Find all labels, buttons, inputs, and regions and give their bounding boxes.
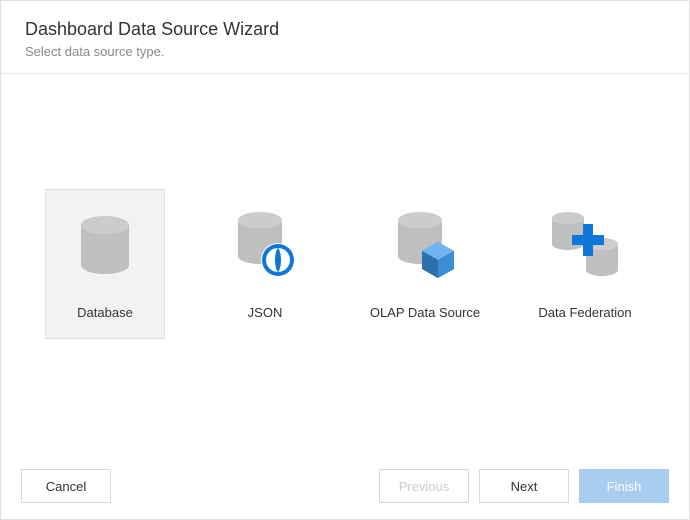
json-icon: [225, 205, 305, 285]
wizard-subtitle: Select data source type.: [25, 44, 665, 59]
option-olap[interactable]: OLAP Data Source: [365, 189, 485, 339]
database-icon: [65, 205, 145, 285]
wizard-footer: Cancel Previous Next Finish: [1, 453, 689, 519]
previous-button: Previous: [379, 469, 469, 503]
option-federation[interactable]: Data Federation: [525, 189, 645, 339]
wizard-dialog: Dashboard Data Source Wizard Select data…: [0, 0, 690, 520]
wizard-title: Dashboard Data Source Wizard: [25, 19, 665, 40]
option-label: Database: [77, 305, 133, 320]
federation-icon: [545, 205, 625, 285]
option-label: OLAP Data Source: [370, 305, 480, 320]
wizard-content: Database JSON: [1, 74, 689, 453]
option-database[interactable]: Database: [45, 189, 165, 339]
olap-icon: [385, 205, 465, 285]
finish-button: Finish: [579, 469, 669, 503]
next-button[interactable]: Next: [479, 469, 569, 503]
option-json[interactable]: JSON: [205, 189, 325, 339]
wizard-header: Dashboard Data Source Wizard Select data…: [1, 1, 689, 74]
cancel-button[interactable]: Cancel: [21, 469, 111, 503]
option-label: Data Federation: [538, 305, 631, 320]
option-label: JSON: [248, 305, 283, 320]
data-source-options: Database JSON: [45, 189, 645, 339]
